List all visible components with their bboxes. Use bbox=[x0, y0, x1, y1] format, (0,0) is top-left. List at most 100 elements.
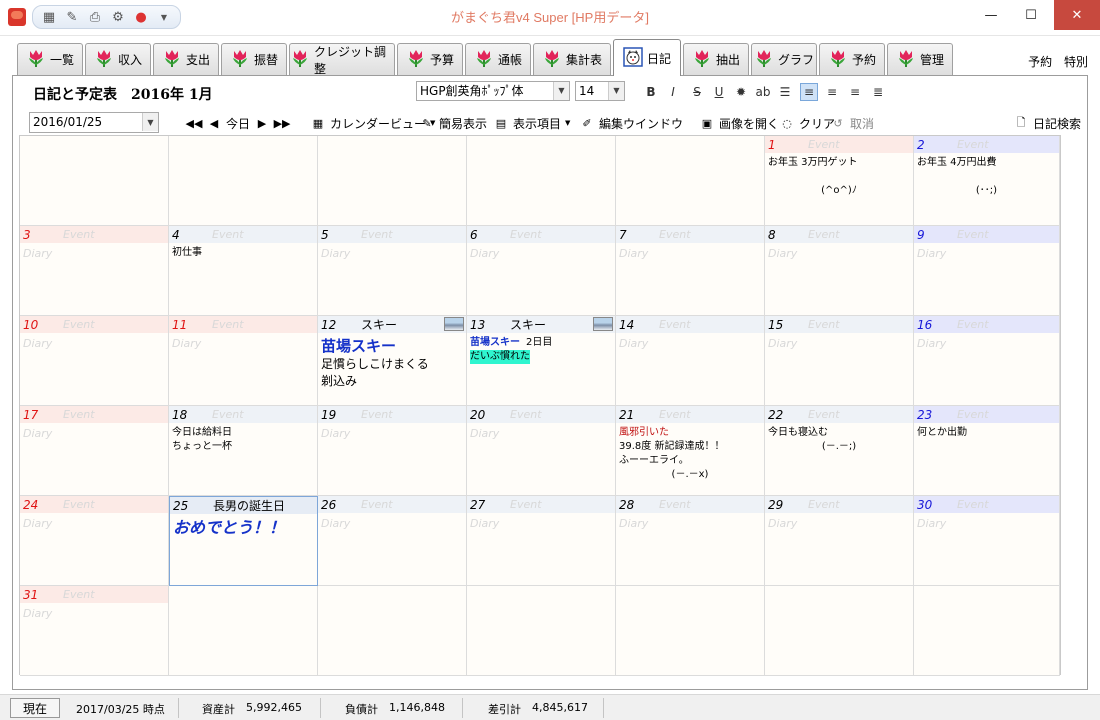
date-field[interactable]: 2016/01/25 ▼ bbox=[29, 112, 159, 133]
calendar-cell[interactable]: 18 Event 今日は給料日 ちょっと一杯 bbox=[169, 406, 318, 496]
calendar-cell[interactable]: 25 長男の誕生日 おめでとう！！ bbox=[169, 496, 318, 586]
today-button[interactable]: 今日 bbox=[226, 115, 250, 132]
tab-9[interactable]: 日記 bbox=[613, 39, 681, 76]
diary-entry[interactable]: 今日も寝込む (－.－;) bbox=[768, 426, 910, 454]
chevron-down-icon[interactable]: ▼ bbox=[142, 113, 158, 131]
tab-12[interactable]: 予約 bbox=[819, 43, 885, 75]
calendar-cell[interactable]: 10 Event Diary bbox=[20, 316, 169, 406]
tab-13[interactable]: 管理 bbox=[887, 43, 953, 75]
underline-button[interactable]: U bbox=[710, 83, 728, 101]
diary-entry[interactable]: 初仕事 bbox=[172, 246, 314, 260]
last-icon[interactable]: ▶▶ bbox=[274, 115, 291, 131]
calendar-cell[interactable]: 12 スキー 苗場スキー 足慣らしこけまくる 剃込み bbox=[318, 316, 467, 406]
tab-6[interactable]: 予算 bbox=[397, 43, 463, 75]
notepad-icon[interactable]: ✎ bbox=[62, 8, 82, 26]
calendar-cell[interactable] bbox=[169, 586, 318, 676]
diary-search-button[interactable]: 🗋 日記検索 bbox=[1013, 114, 1081, 132]
font-size-select[interactable]: 14 ▼ bbox=[575, 81, 625, 101]
app-purse-icon[interactable] bbox=[8, 8, 26, 26]
cancel-button[interactable]: ↺ 取消 bbox=[830, 114, 874, 132]
calendar-cell[interactable]: 17 Event Diary bbox=[20, 406, 169, 496]
diary-entry[interactable]: おめでとう！！ bbox=[173, 517, 314, 539]
tab-1[interactable]: 一覧 bbox=[17, 43, 83, 75]
calendar-cell[interactable]: 6 Event Diary bbox=[467, 226, 616, 316]
diary-entry[interactable]: 風邪引いた 39.8度 新記録達成！！ ふーーエライ。 (－.－x) bbox=[619, 426, 761, 482]
photo-thumbnail[interactable] bbox=[444, 317, 464, 331]
calendar-cell[interactable]: 11 Event Diary bbox=[169, 316, 318, 406]
calendar-cell[interactable]: 15 Event Diary bbox=[765, 316, 914, 406]
now-button[interactable]: 現在 bbox=[10, 698, 60, 718]
calendar-cell[interactable]: 28 Event Diary bbox=[616, 496, 765, 586]
diary-entry[interactable]: 何とか出勤 bbox=[917, 426, 1056, 440]
align-justify-icon[interactable]: ≣ bbox=[869, 83, 887, 101]
italic-button[interactable]: I bbox=[664, 83, 682, 101]
calendar-cell[interactable]: 19 Event Diary bbox=[318, 406, 467, 496]
calendar-cell[interactable] bbox=[20, 136, 169, 226]
tab-4[interactable]: 振替 bbox=[221, 43, 287, 75]
calendar-cell[interactable]: 2 Event お年玉 4万円出費 (･･;) bbox=[914, 136, 1060, 226]
highlight-icon[interactable]: ✹ bbox=[732, 83, 750, 101]
open-image-button[interactable]: ▣ 画像を開く bbox=[699, 114, 779, 132]
clear-button[interactable]: ◌ クリア bbox=[779, 114, 835, 132]
calendar-cell[interactable]: 4 Event 初仕事 bbox=[169, 226, 318, 316]
font-select[interactable]: HGP創英角ﾎﾟｯﾌﾟ体 ▼ bbox=[416, 81, 570, 101]
printer-icon[interactable]: ⎙ bbox=[85, 8, 105, 26]
calculator-icon[interactable]: ▦ bbox=[39, 8, 59, 26]
tab-10[interactable]: 抽出 bbox=[683, 43, 749, 75]
calendar-cell[interactable]: 13 スキー 苗場スキー 2日目 だいぶ慣れた bbox=[467, 316, 616, 406]
align-right-icon[interactable]: ≡ bbox=[846, 83, 864, 101]
calendar-cell[interactable] bbox=[169, 136, 318, 226]
calendar-cell[interactable]: 27 Event Diary bbox=[467, 496, 616, 586]
calendar-cell[interactable]: 22 Event 今日も寝込む (－.－;) bbox=[765, 406, 914, 496]
gear-icon[interactable]: ⚙ bbox=[108, 8, 128, 26]
calendar-cell[interactable]: 8 Event Diary bbox=[765, 226, 914, 316]
calendar-cell[interactable]: 14 Event Diary bbox=[616, 316, 765, 406]
record-icon[interactable]: ● bbox=[131, 8, 151, 26]
tab-11[interactable]: グラフ bbox=[751, 43, 817, 75]
calendar-cell[interactable] bbox=[616, 586, 765, 676]
calendar-cell[interactable]: 1 Event お年玉 3万円ゲット (^o^)ﾉ bbox=[765, 136, 914, 226]
photo-thumbnail[interactable] bbox=[593, 317, 613, 331]
calendar-cell[interactable]: 5 Event Diary bbox=[318, 226, 467, 316]
calendar-cell[interactable] bbox=[467, 136, 616, 226]
calendar-cell[interactable]: 7 Event Diary bbox=[616, 226, 765, 316]
first-icon[interactable]: ◀◀ bbox=[186, 115, 203, 131]
tokubetsu-label[interactable]: 特別 bbox=[1064, 55, 1088, 69]
chevron-down-icon[interactable]: ▼ bbox=[553, 82, 569, 100]
display-items-button[interactable]: ▤ 表示項目 ▼ bbox=[493, 114, 571, 132]
align-center-icon[interactable]: ≡ bbox=[823, 83, 841, 101]
calendar-view-button[interactable]: ▦ カレンダービュー ▼ bbox=[310, 114, 436, 132]
calendar-cell[interactable]: 24 Event Diary bbox=[20, 496, 169, 586]
next-icon[interactable]: ▶ bbox=[254, 115, 270, 131]
diary-entry[interactable]: お年玉 4万円出費 (･･;) bbox=[917, 156, 1056, 198]
calendar-cell[interactable]: 3 Event Diary bbox=[20, 226, 169, 316]
spellcheck-icon[interactable]: ab bbox=[754, 83, 772, 101]
tab-7[interactable]: 通帳 bbox=[465, 43, 531, 75]
yoyaku-label[interactable]: 予約 bbox=[1028, 55, 1052, 69]
maximize-button[interactable]: ☐ bbox=[1008, 0, 1054, 30]
align-left-icon[interactable]: ≡ bbox=[800, 83, 818, 101]
calendar-cell[interactable]: 29 Event Diary bbox=[765, 496, 914, 586]
calendar-cell[interactable]: 23 Event 何とか出勤 bbox=[914, 406, 1060, 496]
close-button[interactable]: ✕ bbox=[1054, 0, 1100, 30]
calendar-cell[interactable]: 16 Event Diary bbox=[914, 316, 1060, 406]
calendar-cell[interactable]: 9 Event Diary bbox=[914, 226, 1060, 316]
bullet-list-icon[interactable]: ☰ bbox=[776, 83, 794, 101]
edit-window-button[interactable]: ✐ 編集ウインドウ bbox=[579, 114, 683, 132]
calendar-cell[interactable]: 26 Event Diary bbox=[318, 496, 467, 586]
chevron-down-icon[interactable]: ▼ bbox=[154, 8, 174, 26]
bold-button[interactable]: B bbox=[642, 83, 660, 101]
calendar-cell[interactable] bbox=[467, 586, 616, 676]
calendar-cell[interactable] bbox=[318, 586, 467, 676]
calendar-cell[interactable]: 20 Event Diary bbox=[467, 406, 616, 496]
calendar-cell[interactable] bbox=[765, 586, 914, 676]
calendar-cell[interactable]: 30 Event Diary bbox=[914, 496, 1060, 586]
tab-3[interactable]: 支出 bbox=[153, 43, 219, 75]
calendar-cell[interactable]: 31 Event Diary bbox=[20, 586, 169, 676]
calendar-cell[interactable] bbox=[616, 136, 765, 226]
simple-view-button[interactable]: ✎ 簡易表示 bbox=[419, 114, 487, 132]
diary-entry[interactable]: 今日は給料日 ちょっと一杯 bbox=[172, 426, 314, 454]
tab-8[interactable]: 集計表 bbox=[533, 43, 611, 75]
chevron-down-icon[interactable]: ▼ bbox=[608, 82, 624, 100]
diary-entry[interactable]: お年玉 3万円ゲット (^o^)ﾉ bbox=[768, 156, 910, 198]
